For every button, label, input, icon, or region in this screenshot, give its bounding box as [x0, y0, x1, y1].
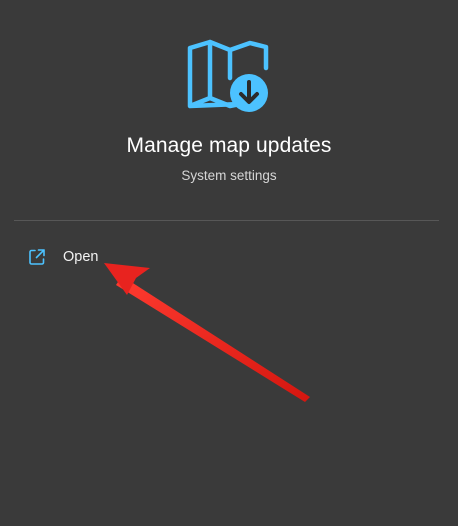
divider — [14, 220, 439, 221]
open-external-icon — [29, 249, 45, 265]
search-result-panel: Manage map updates System settings Open — [0, 0, 458, 526]
app-subtitle: System settings — [181, 168, 277, 183]
open-action-button[interactable]: Open — [18, 240, 110, 274]
open-action-label: Open — [63, 249, 99, 265]
map-download-icon — [187, 39, 269, 112]
app-title: Manage map updates — [126, 134, 332, 157]
